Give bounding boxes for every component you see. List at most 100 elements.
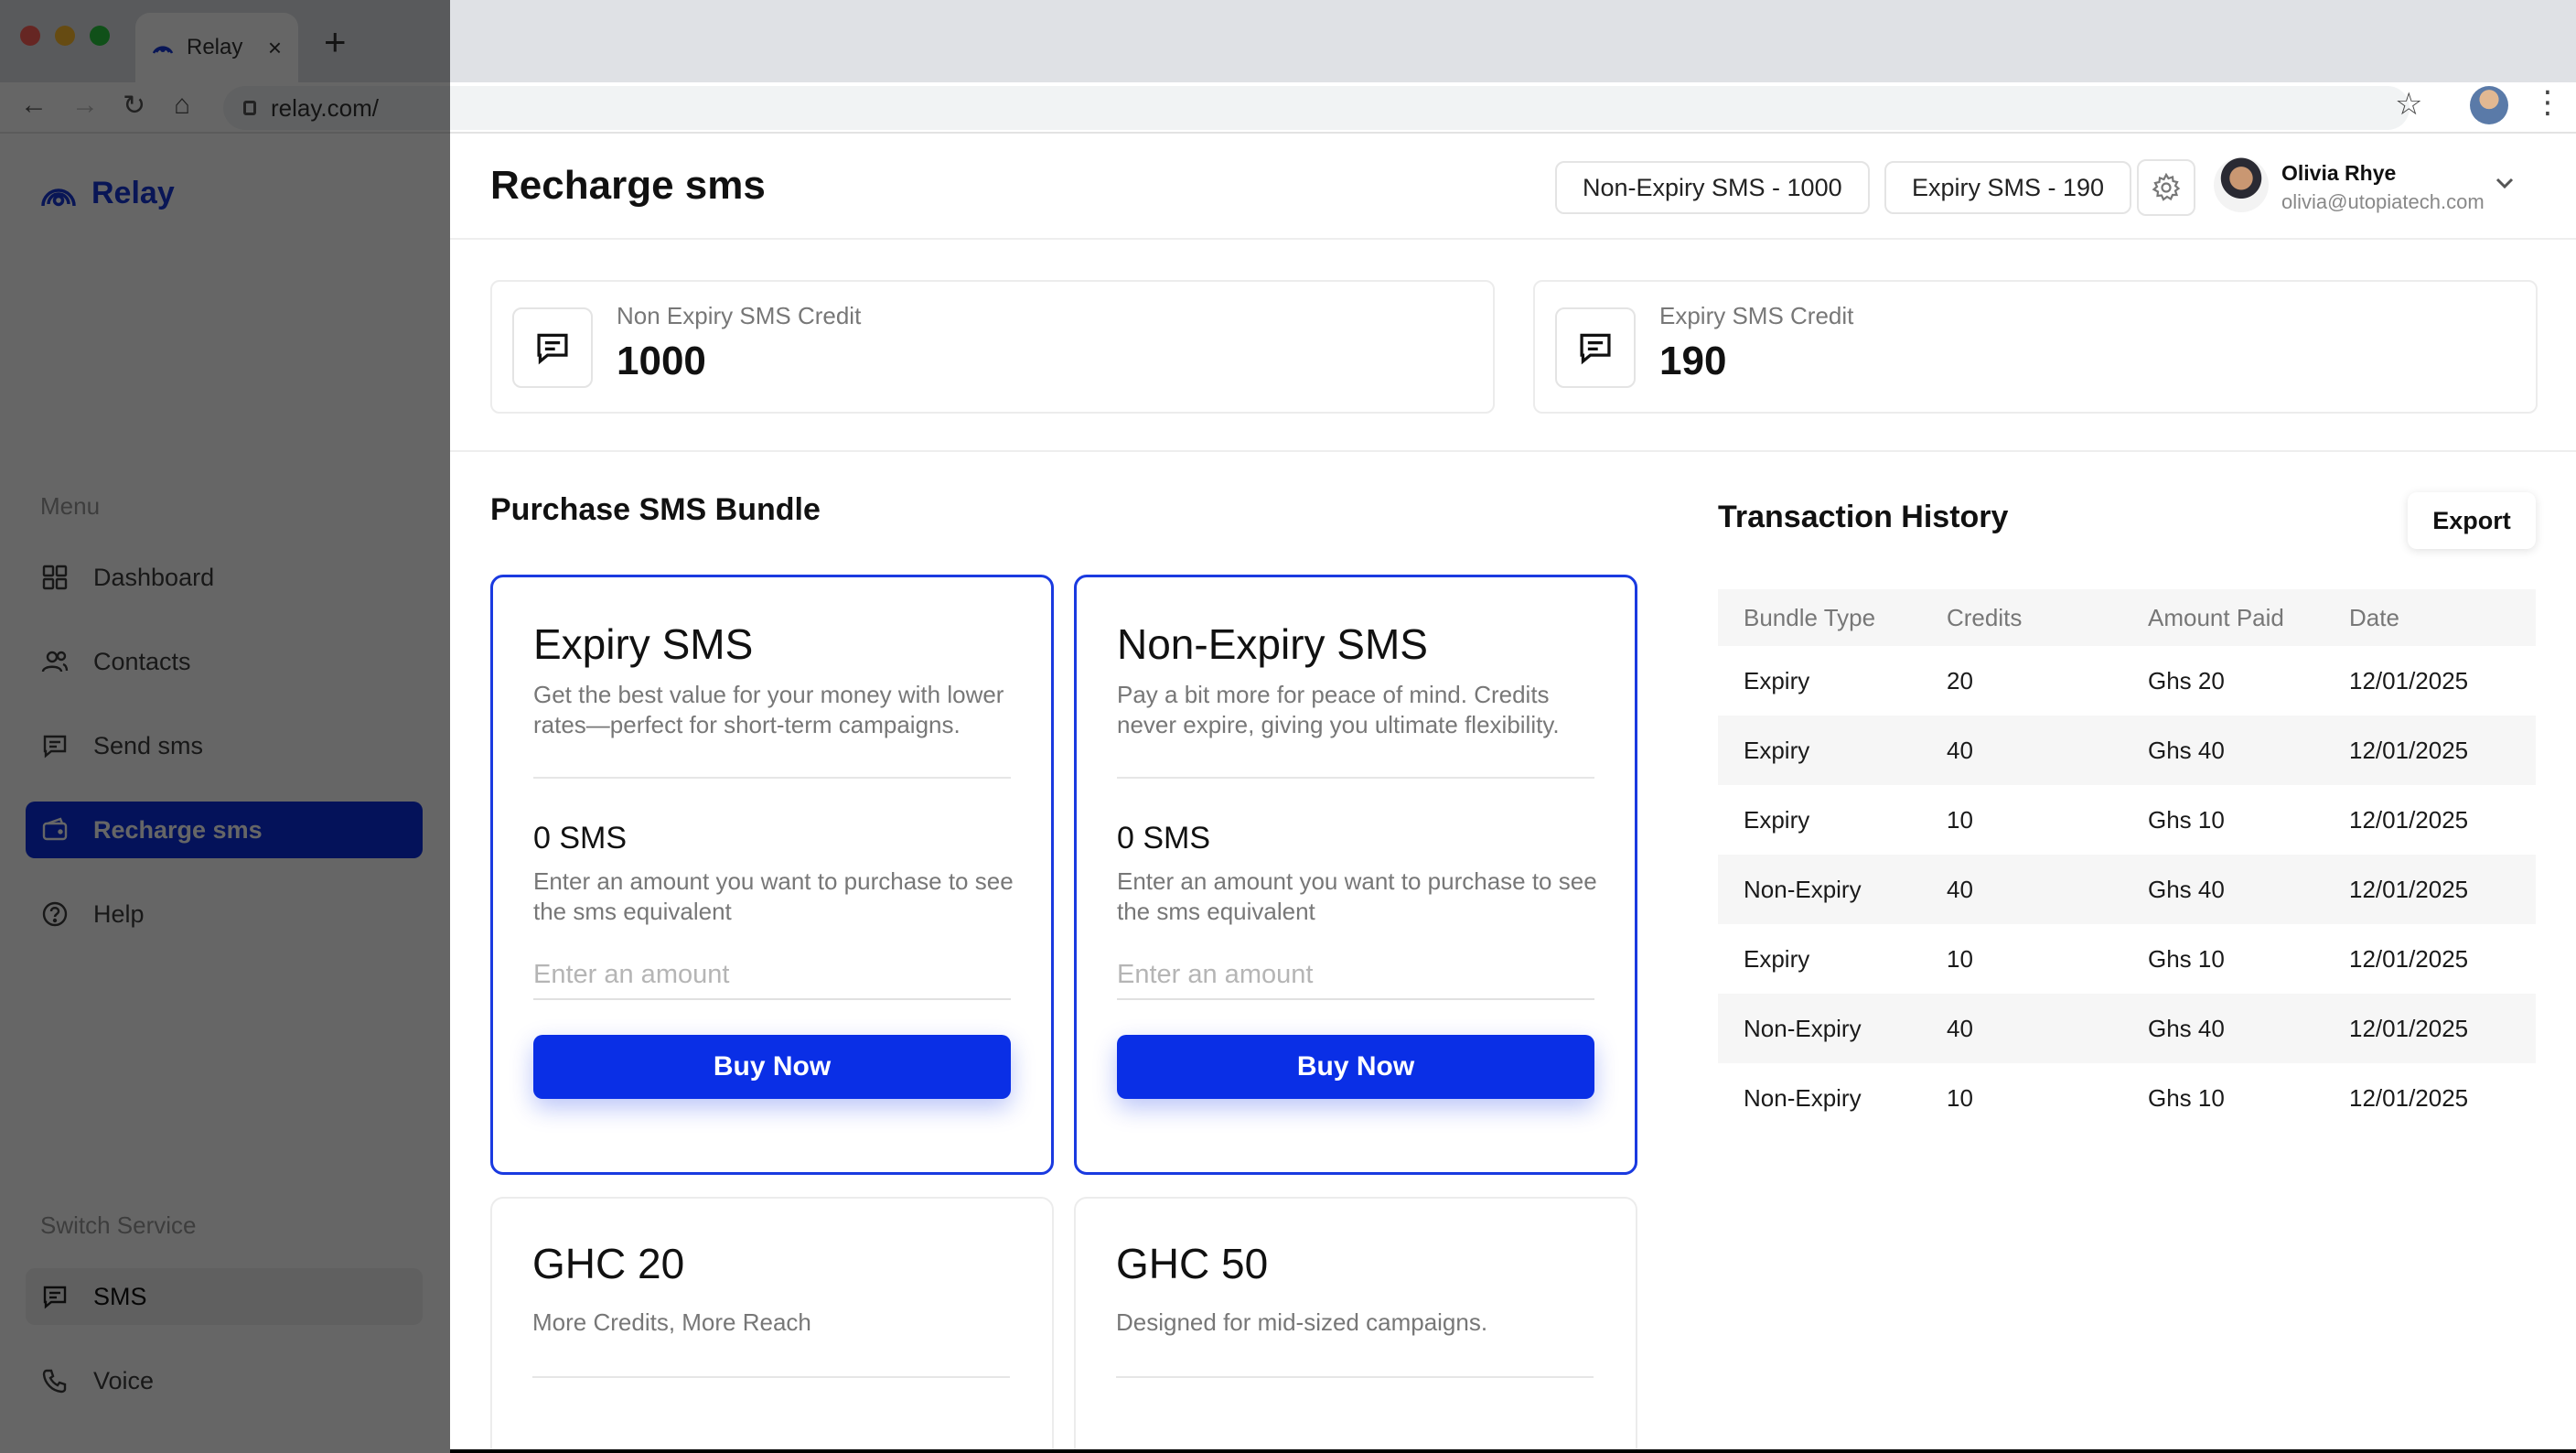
menu-section-label: Menu (40, 492, 101, 520)
bundle-title: Expiry SMS (533, 620, 754, 668)
message-icon (512, 307, 593, 388)
brand-name: Relay (91, 176, 175, 210)
sidebar-item-contacts[interactable]: Contacts (26, 633, 423, 690)
sidebar-item-label: Send sms (93, 731, 204, 759)
message-icon (1555, 307, 1636, 388)
date-cell: 12/01/2025 (2349, 666, 2469, 694)
amount-input[interactable] (533, 951, 1011, 1000)
table-row: Non-Expiry 40 Ghs 40 12/01/2025 (1718, 855, 2536, 924)
relay-favicon-icon (152, 46, 174, 54)
settings-button[interactable] (2137, 159, 2195, 216)
column-header: Credits (1947, 603, 2023, 631)
address-bar[interactable]: relay.com/ (223, 86, 2410, 130)
package-card-ghc-20[interactable]: GHC 20 More Credits, More Reach (490, 1197, 1054, 1449)
browser-toolbar: ← → ↻ ⌂ relay.com/ ☆ ⋮ (0, 82, 2576, 134)
non-expiry-credit-card: Non Expiry SMS Credit 1000 (490, 280, 1495, 414)
bundle-title: Non-Expiry SMS (1117, 620, 1428, 668)
browser-tab-bar: Relay × + (0, 0, 2576, 82)
tab-close-icon[interactable]: × (268, 34, 282, 62)
date-cell: 12/01/2025 (2349, 944, 2469, 973)
date-cell: 12/01/2025 (2349, 1014, 2469, 1042)
url-text: relay.com/ (271, 93, 379, 122)
expiry-credit-card: Expiry SMS Credit 190 (1533, 280, 2538, 414)
sms-equivalent: 0 SMS (533, 821, 628, 856)
credit-label: Expiry SMS Credit (1659, 302, 1854, 329)
package-title: GHC 20 (532, 1240, 685, 1287)
service-item-sms[interactable]: SMS (26, 1268, 423, 1325)
user-name: Olivia Rhye (2281, 161, 2397, 185)
package-card-ghc-50[interactable]: GHC 50 Designed for mid-sized campaigns. (1074, 1197, 1637, 1449)
credit-label: Non Expiry SMS Credit (617, 302, 862, 329)
reload-icon[interactable]: ↻ (123, 90, 145, 122)
maximize-window-button[interactable] (90, 26, 110, 46)
browser-menu-icon[interactable]: ⋮ (2532, 84, 2563, 121)
date-cell: 12/01/2025 (2349, 736, 2469, 764)
bundle-type-cell: Non-Expiry (1744, 875, 1862, 903)
bookmark-star-icon[interactable]: ☆ (2395, 86, 2422, 123)
table-row: Non-Expiry 10 Ghs 10 12/01/2025 (1718, 1063, 2536, 1133)
package-divider (1116, 1376, 1594, 1378)
sidebar-item-send-sms[interactable]: Send sms (26, 717, 423, 774)
amount-hint: Enter an amount you want to purchase to … (1117, 867, 1597, 925)
service-item-voice[interactable]: Voice (26, 1352, 423, 1409)
amount-input[interactable] (1117, 951, 1594, 1000)
table-row: Expiry 10 Ghs 10 12/01/2025 (1718, 924, 2536, 994)
column-header: Amount Paid (2148, 603, 2284, 631)
credits-cell: 40 (1947, 875, 1973, 903)
expiry-sms-bundle-card: Expiry SMS Get the best value for your m… (490, 575, 1054, 1175)
back-arrow-icon[interactable]: ← (20, 90, 48, 121)
avatar[interactable] (2214, 157, 2269, 212)
amount-cell: Ghs 20 (2148, 666, 2225, 694)
sidebar-item-label: Dashboard (93, 563, 215, 591)
chevron-down-icon[interactable] (2492, 170, 2517, 196)
amount-cell: Ghs 40 (2148, 736, 2225, 764)
home-icon[interactable]: ⌂ (174, 90, 190, 121)
service-item-label: SMS (93, 1282, 147, 1310)
tab-title: Relay (187, 35, 243, 59)
table-row: Non-Expiry 40 Ghs 40 12/01/2025 (1718, 994, 2536, 1063)
browser-tab[interactable]: Relay × (135, 13, 298, 82)
column-header: Bundle Type (1744, 603, 1876, 631)
table-header-row: Bundle Type Credits Amount Paid Date (1718, 589, 2536, 646)
amount-cell: Ghs 10 (2148, 1083, 2225, 1112)
window-controls (20, 26, 110, 46)
buy-now-button[interactable]: Buy Now (533, 1035, 1011, 1099)
sidebar-item-label: Help (93, 899, 145, 928)
sidebar-item-recharge-sms[interactable]: Recharge sms (26, 802, 423, 858)
package-title: GHC 50 (1116, 1240, 1269, 1287)
amount-cell: Ghs 10 (2148, 805, 2225, 834)
switch-service-label: Switch Service (40, 1211, 197, 1239)
credits-cell: 40 (1947, 1014, 1973, 1042)
minimize-window-button[interactable] (55, 26, 75, 46)
credits-cell: 10 (1947, 944, 1973, 973)
sms-equivalent: 0 SMS (1117, 821, 1211, 856)
buy-now-button[interactable]: Buy Now (1117, 1035, 1594, 1099)
gear-icon (2152, 173, 2181, 201)
column-header: Date (2349, 603, 2399, 631)
export-button[interactable]: Export (2408, 492, 2536, 549)
message-icon (40, 731, 70, 760)
sidebar: Relay Menu Dashboard Contacts Send sms R… (0, 134, 450, 1453)
amount-cell: Ghs 10 (2148, 944, 2225, 973)
bundle-type-cell: Non-Expiry (1744, 1014, 1862, 1042)
sidebar-item-help[interactable]: Help (26, 886, 423, 942)
brand-logo[interactable]: Relay (40, 176, 175, 211)
transaction-table: Bundle Type Credits Amount Paid Date Exp… (1718, 589, 2536, 1133)
section-divider (450, 450, 2576, 452)
browser-profile-avatar[interactable] (2470, 86, 2508, 124)
bundle-divider (1117, 777, 1594, 779)
expiry-balance-badge: Expiry SMS - 190 (1884, 161, 2132, 214)
wallet-icon (40, 815, 70, 845)
sidebar-item-dashboard[interactable]: Dashboard (26, 549, 423, 606)
users-icon (40, 647, 70, 676)
lock-icon (243, 101, 256, 115)
package-divider (532, 1376, 1010, 1378)
non-expiry-sms-bundle-card: Non-Expiry SMS Pay a bit more for peace … (1074, 575, 1637, 1175)
new-tab-button[interactable]: + (324, 20, 347, 64)
close-window-button[interactable] (20, 26, 40, 46)
forward-arrow-icon[interactable]: → (71, 90, 99, 121)
page-title: Recharge sms (490, 163, 766, 208)
bundle-type-cell: Non-Expiry (1744, 1083, 1862, 1112)
credits-cell: 40 (1947, 736, 1973, 764)
credit-value: 1000 (617, 339, 706, 383)
